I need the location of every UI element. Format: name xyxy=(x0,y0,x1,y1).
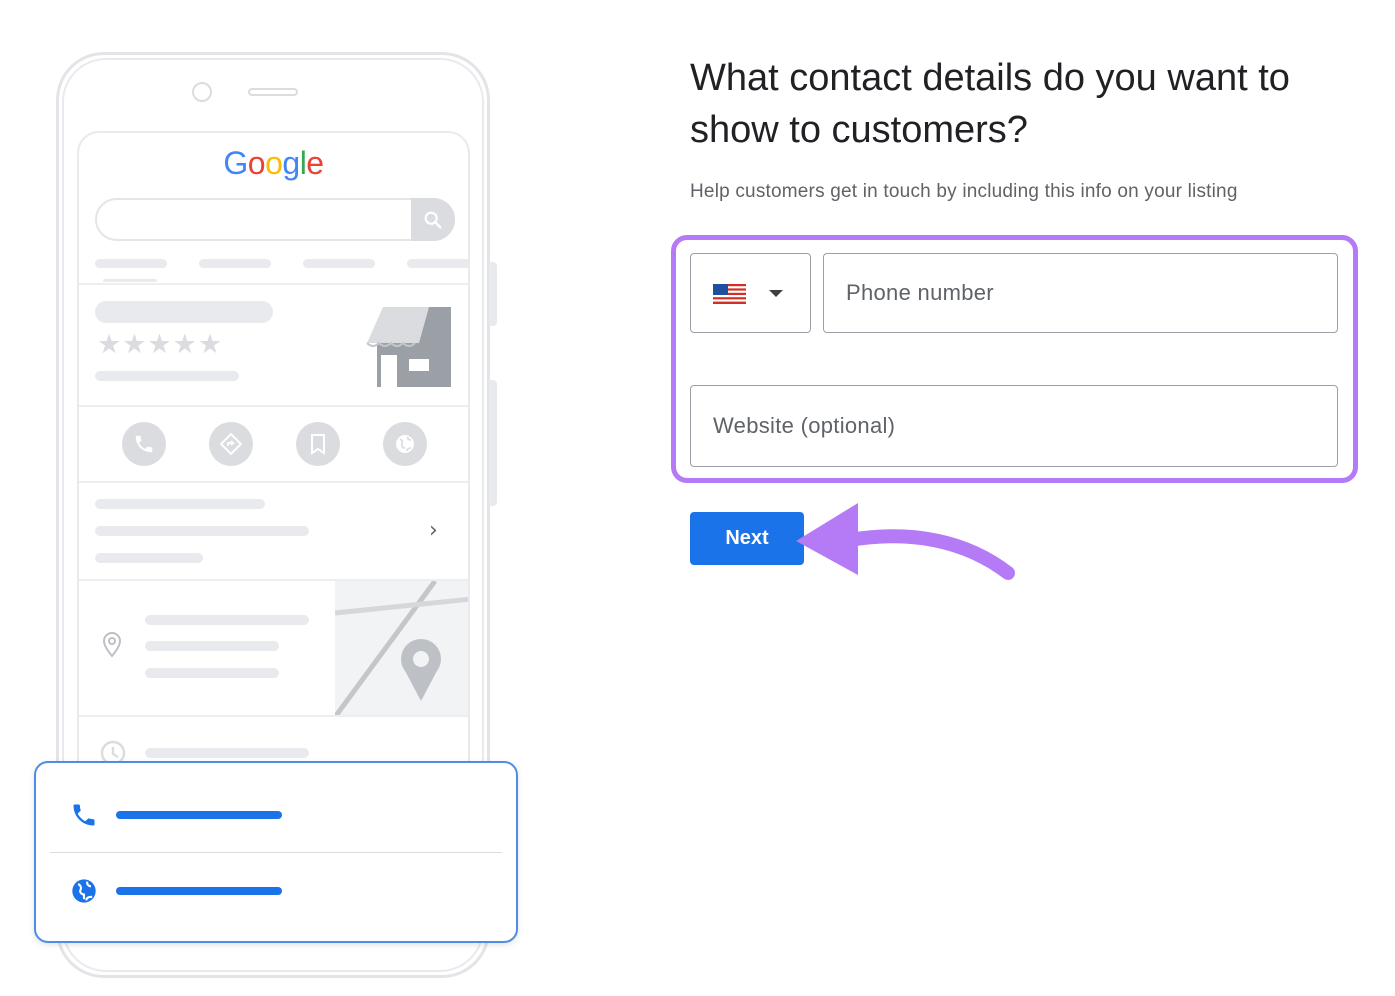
placeholder-line xyxy=(199,259,271,268)
phone-camera xyxy=(192,82,212,102)
mock-search-bar xyxy=(95,198,455,241)
logo-letter: G xyxy=(223,145,248,181)
logo-letter: l xyxy=(299,145,307,181)
search-icon xyxy=(411,198,455,241)
logo-letter: g xyxy=(282,145,300,181)
phone-screen: Google ★★★★★ › xyxy=(77,131,470,791)
phone-icon xyxy=(73,804,95,826)
dropdown-arrow-icon xyxy=(769,290,783,297)
phone-number-input[interactable]: Phone number xyxy=(823,253,1338,333)
directions-icon xyxy=(209,422,253,466)
website-input[interactable]: Website (optional) xyxy=(690,385,1338,467)
rating-stars: ★★★★★ xyxy=(97,329,224,359)
logo-letter: o xyxy=(265,145,283,181)
business-name-placeholder xyxy=(95,301,273,323)
placeholder-line xyxy=(407,259,468,268)
divider xyxy=(79,405,468,407)
logo-letter: e xyxy=(306,145,324,181)
page-title: What contact details do you want to show… xyxy=(690,57,1290,151)
website-icon xyxy=(383,422,427,466)
phone-side-button xyxy=(489,262,497,326)
placeholder-line xyxy=(95,499,265,509)
pointer-arrow-annotation xyxy=(796,503,1015,580)
placeholder-line xyxy=(145,615,309,625)
storefront-icon xyxy=(366,307,451,387)
phone-side-button xyxy=(489,380,497,506)
website-value-placeholder xyxy=(116,887,282,895)
globe-icon xyxy=(72,879,96,903)
divider xyxy=(79,715,468,717)
divider xyxy=(79,283,468,285)
placeholder-line xyxy=(95,526,309,536)
next-button[interactable]: Next xyxy=(690,512,804,565)
placeholder-line xyxy=(95,371,239,381)
page-subtitle: Help customers get in touch by including… xyxy=(690,181,1238,202)
logo-letter: o xyxy=(247,145,266,181)
divider xyxy=(79,481,468,483)
location-pin-icon xyxy=(102,631,122,658)
phone-speaker xyxy=(248,88,298,96)
placeholder-line xyxy=(145,641,279,651)
placeholder-line xyxy=(145,668,279,678)
placeholder-line xyxy=(95,259,167,268)
google-logo: Google xyxy=(79,145,468,182)
active-tab-indicator xyxy=(103,279,157,282)
phone-icon xyxy=(122,422,166,466)
phone-value-placeholder xyxy=(116,811,282,819)
placeholder-line xyxy=(95,553,203,563)
chevron-right-icon: › xyxy=(429,518,438,543)
bookmark-icon xyxy=(296,422,340,466)
country-code-select[interactable] xyxy=(690,253,811,333)
contact-info-card xyxy=(34,761,518,943)
placeholder-line xyxy=(303,259,375,268)
placeholder-line xyxy=(145,748,309,758)
divider xyxy=(50,852,502,853)
map-thumbnail xyxy=(335,581,468,717)
us-flag-icon xyxy=(713,284,746,304)
